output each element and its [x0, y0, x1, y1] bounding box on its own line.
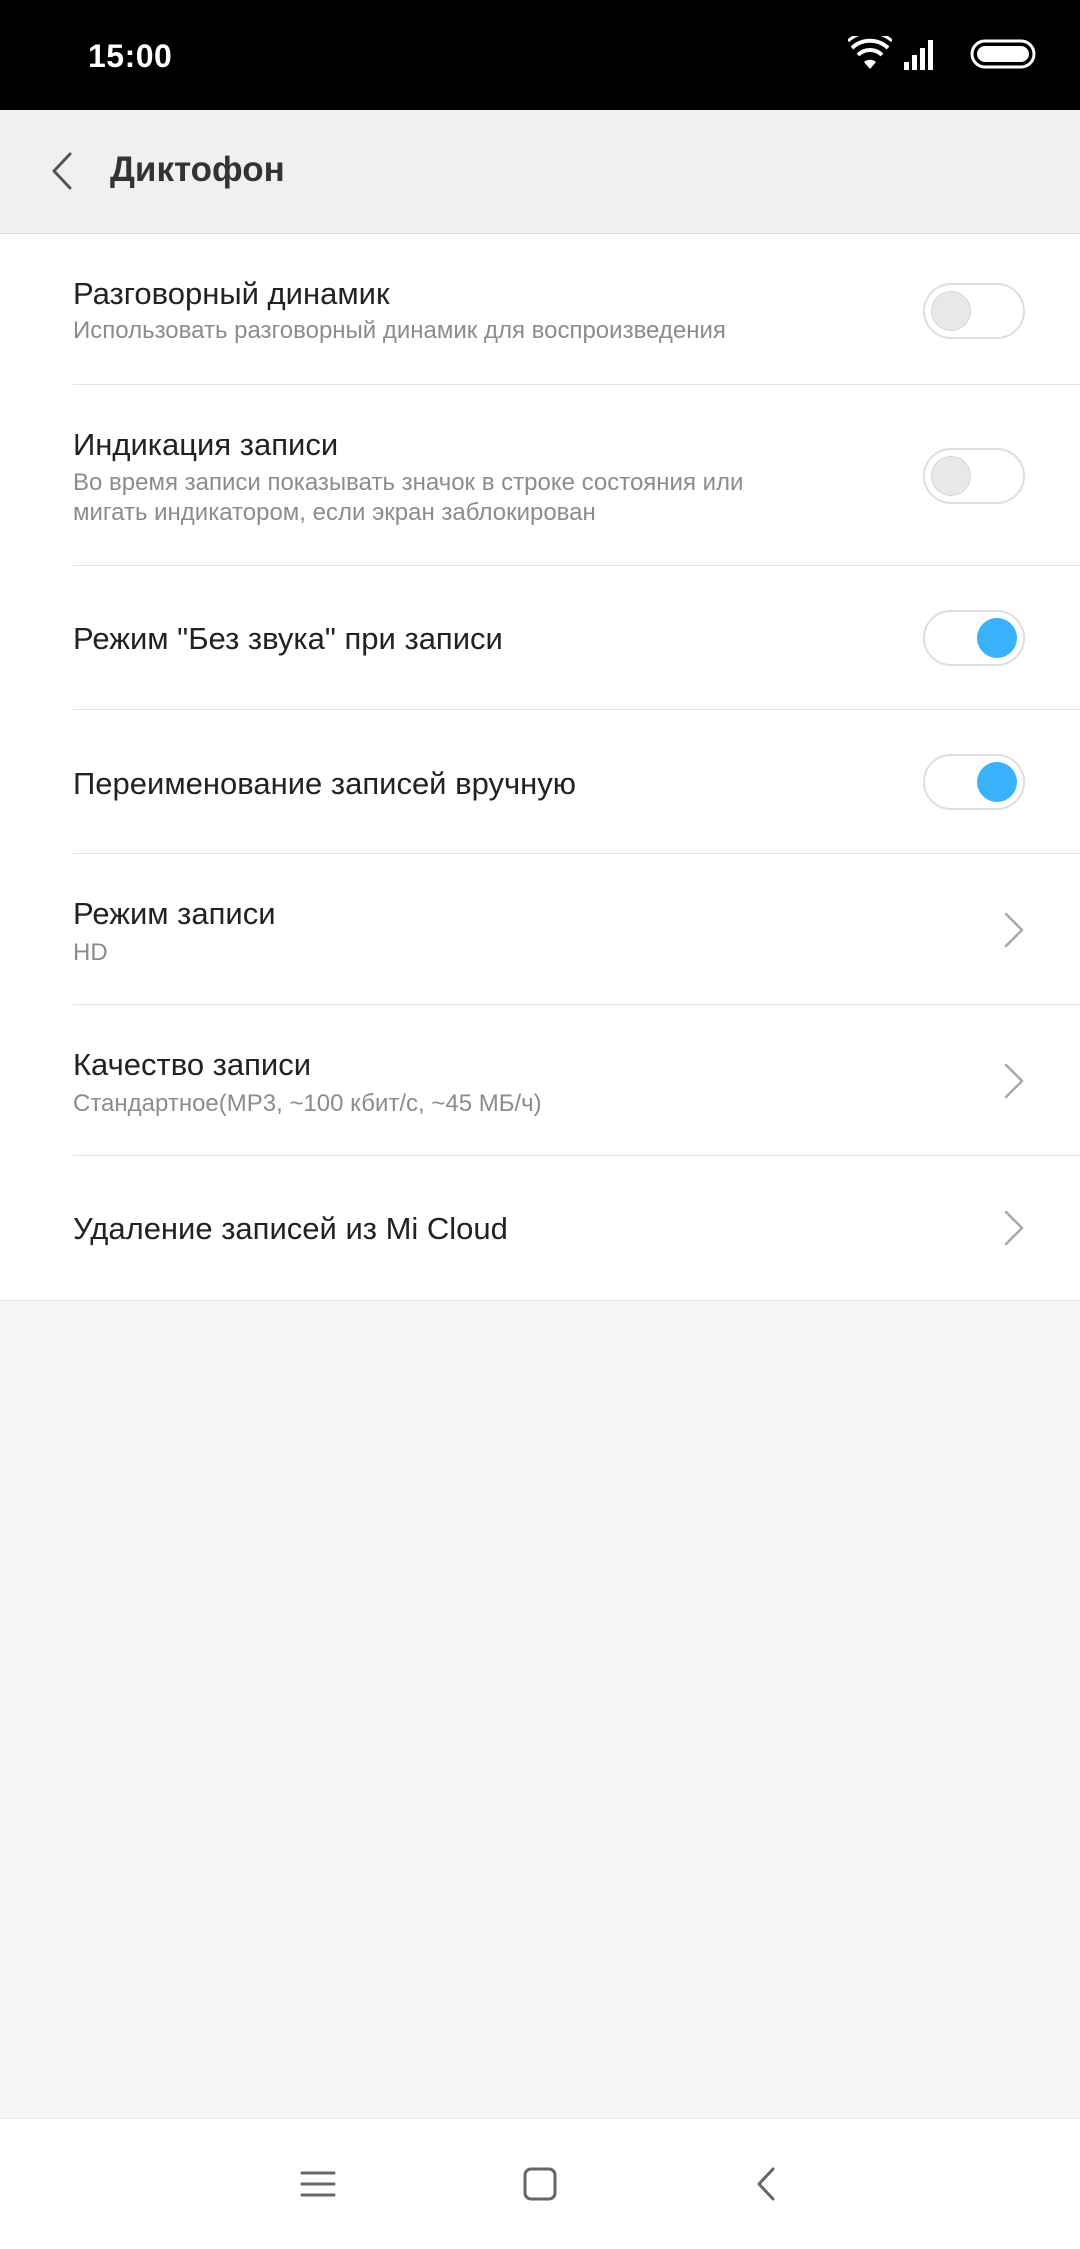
setting-subtitle-line2: мигать индикатором, если экран заблокиро…	[73, 499, 596, 526]
toggle-knob	[977, 762, 1017, 802]
status-time: 15:00	[88, 38, 173, 74]
app-bar: Диктофон	[0, 110, 1080, 234]
setting-subtitle: Стандартное(MP3, ~100 кбит/с, ~45 МБ/ч)	[73, 1090, 542, 1117]
back-icon[interactable]	[742, 2159, 792, 2209]
navigation-bar	[0, 2118, 1080, 2249]
setting-subtitle: Использовать разговорный динамик для вос…	[73, 317, 726, 344]
menu-icon[interactable]	[293, 2159, 343, 2209]
setting-recording-quality[interactable]: Качество записи Стандартное(MP3, ~100 кб…	[0, 1005, 1080, 1156]
signal-icon	[904, 40, 933, 70]
setting-title: Разговорный динамик	[73, 276, 390, 311]
recording-indicator-toggle[interactable]	[923, 448, 1025, 504]
settings-list: Разговорный динамик Использовать разгово…	[0, 234, 1080, 1301]
setting-subtitle-line1: Во время записи показывать значок в стро…	[73, 469, 744, 496]
setting-silent-mode[interactable]: Режим "Без звука" при записи	[0, 566, 1080, 710]
chevron-right-icon	[1004, 1063, 1024, 1099]
earpiece-speaker-toggle[interactable]	[923, 283, 1025, 339]
back-arrow-icon	[52, 152, 72, 190]
toggle-knob	[977, 618, 1017, 658]
toggle-knob	[931, 291, 971, 331]
setting-title: Удаление записей из Mi Cloud	[73, 1211, 508, 1246]
setting-title: Индикация записи	[73, 427, 339, 462]
setting-recording-indicator[interactable]: Индикация записи Во время записи показыв…	[0, 385, 1080, 566]
setting-delete-mi-cloud[interactable]: Удаление записей из Mi Cloud	[0, 1156, 1080, 1300]
chevron-right-icon	[1004, 1210, 1024, 1246]
setting-title: Режим "Без звука" при записи	[73, 621, 503, 656]
setting-title: Качество записи	[73, 1047, 312, 1082]
silent-mode-toggle[interactable]	[923, 610, 1025, 666]
wifi-icon	[848, 36, 892, 69]
home-icon[interactable]	[515, 2159, 565, 2209]
manual-rename-toggle[interactable]	[923, 754, 1025, 810]
page-title: Диктофон	[110, 150, 285, 189]
battery-icon	[970, 39, 1036, 69]
status-bar: 15:00	[0, 0, 1080, 110]
toggle-knob	[931, 456, 971, 496]
setting-subtitle: HD	[73, 939, 108, 966]
setting-title: Переименование записей вручную	[73, 766, 576, 801]
setting-title: Режим записи	[73, 896, 276, 931]
back-button[interactable]	[30, 136, 100, 206]
setting-recording-mode[interactable]: Режим записи HD	[0, 854, 1080, 1005]
setting-earpiece-speaker[interactable]: Разговорный динамик Использовать разгово…	[0, 234, 1080, 385]
chevron-right-icon	[1004, 912, 1024, 948]
setting-manual-rename[interactable]: Переименование записей вручную	[0, 710, 1080, 854]
